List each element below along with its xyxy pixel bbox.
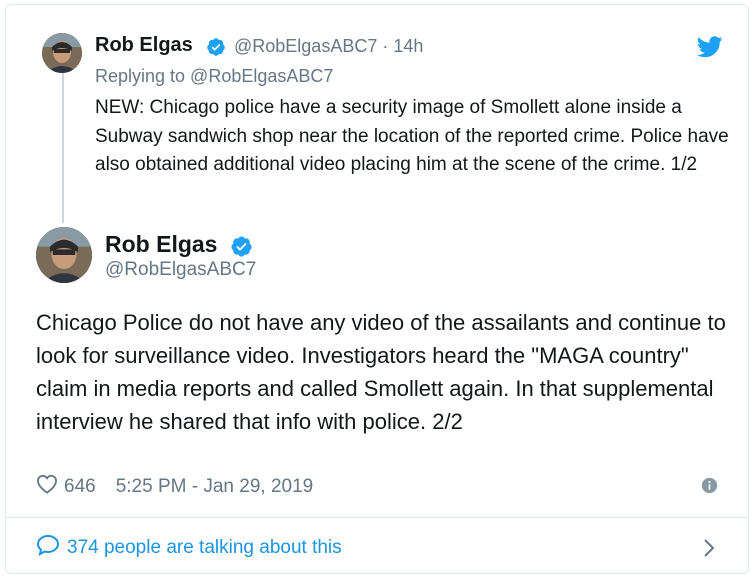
info-icon[interactable]	[701, 477, 718, 499]
tweet2-text: Chicago Police do not have any video of …	[36, 310, 726, 434]
heart-icon[interactable]	[36, 474, 58, 500]
tweet2-author-name[interactable]: Rob Elgas	[105, 231, 217, 258]
thread-connector-line	[62, 73, 64, 223]
tweet-timestamp[interactable]: 5:25 PM - Jan 29, 2019	[116, 476, 314, 498]
speech-bubble-icon	[36, 534, 67, 562]
tweet1-handle-time[interactable]: @RobElgasABC7 · 14h	[234, 36, 423, 57]
chevron-right-icon[interactable]	[703, 539, 715, 562]
card-divider	[6, 517, 748, 518]
like-count[interactable]: 646	[64, 476, 96, 498]
conversation-link[interactable]: 374 people are talking about this	[36, 534, 342, 562]
tweet1-text: NEW: Chicago police have a security imag…	[95, 97, 729, 175]
replying-to-label[interactable]: Replying to @RobElgasABC7	[95, 66, 333, 87]
verified-badge-icon	[206, 37, 226, 62]
author-avatar[interactable]	[42, 33, 82, 73]
tweet1-author-name[interactable]: Rob Elgas	[95, 34, 193, 57]
author-avatar[interactable]	[36, 227, 92, 283]
tweet-meta-row: 646 5:25 PM - Jan 29, 2019	[36, 474, 313, 500]
twitter-bird-icon[interactable]	[696, 36, 723, 63]
tweet2-handle[interactable]: @RobElgasABC7	[105, 259, 256, 281]
conversation-count-text[interactable]: 374 people are talking about this	[67, 537, 342, 559]
